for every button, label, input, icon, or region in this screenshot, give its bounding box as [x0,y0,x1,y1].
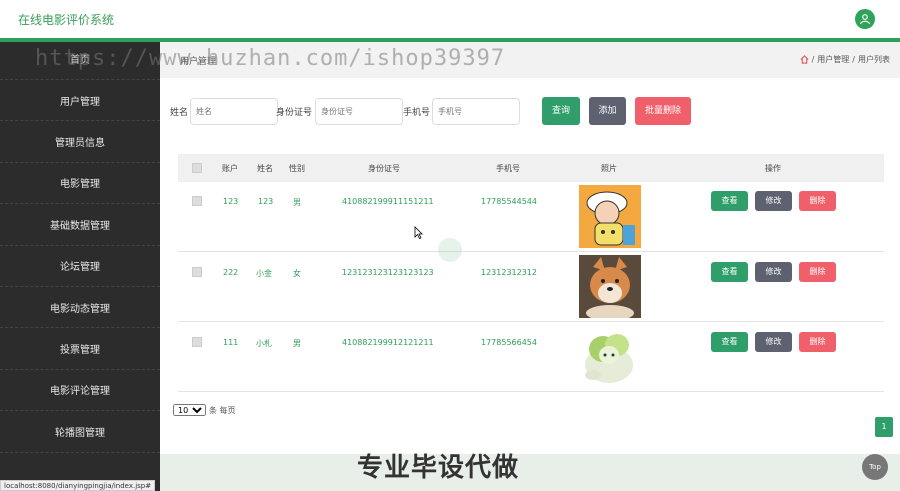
cell-gender: 男 [293,339,301,348]
sidebar-item-votes[interactable]: 投票管理 [0,328,160,370]
sidebar: 首页 用户管理 管理员信息 电影管理 基础数据管理 论坛管理 电影动态管理 投票… [0,42,160,491]
view-button[interactable]: 查看 [711,262,748,282]
id-number-label: 身份证号 [276,108,313,118]
home-icon[interactable] [800,55,809,64]
phone-input[interactable] [432,98,520,125]
back-to-top-button[interactable]: Top [862,454,888,480]
cell-name: 123 [258,197,274,206]
sidebar-item-movie-comments[interactable]: 电影评论管理 [0,370,160,412]
id-number-input[interactable] [315,98,403,125]
page-size-suffix: 条 每页 [209,405,236,415]
row-checkbox[interactable] [192,337,202,347]
edit-button[interactable]: 修改 [755,262,792,282]
row-checkbox[interactable] [192,267,202,277]
cell-account: 111 [223,338,239,347]
column-header-photo: 照片 [601,164,617,173]
column-header-actions: 操作 [765,164,781,173]
sidebar-item-carousel[interactable]: 轮播图管理 [0,411,160,453]
cell-gender: 男 [293,198,301,207]
user-table: 账户 姓名 性别 身份证号 手机号 照片 操作 123 123 男 410882… [178,154,884,392]
page-number-button[interactable]: 1 [875,417,893,437]
cartoon-boy-photo [579,185,641,248]
breadcrumb-separator: / [811,55,815,64]
cell-phone: 17785544544 [481,197,537,206]
breadcrumb-item-users[interactable]: 用户管理 [817,54,849,65]
name-input[interactable] [190,98,278,125]
sidebar-item-admin-info[interactable]: 管理员信息 [0,121,160,163]
name-label: 姓名 [170,108,189,118]
search-bar: 姓名 身份证号 手机号 查询 添加 批量删除 [160,96,900,126]
view-button[interactable]: 查看 [711,191,748,211]
table-row: 222 小金 女 123123123123123123 12312312312 … [178,252,884,322]
delete-button[interactable]: 删除 [799,332,836,352]
page-size-select[interactable]: 10 [173,404,206,416]
breadcrumb-separator: / [852,55,855,64]
cell-phone: 12312312312 [481,268,537,277]
sidebar-item-label: 电影评论管理 [50,386,110,398]
page-size-control: 10 条 每页 [173,404,236,416]
add-button[interactable]: 添加 [589,97,626,125]
cabbage-dog-photo [579,325,641,388]
column-header-phone: 手机号 [496,164,520,173]
sidebar-item-movies[interactable]: 电影管理 [0,163,160,205]
sidebar-item-label: 轮播图管理 [55,427,105,439]
top-header: 在线电影评价系统 [0,0,900,38]
main-content: 用户管理 / 用户管理 / 用户列表 姓名 身份证号 手机号 查询 添加 批量删… [160,42,900,491]
column-header-id-number: 身份证号 [368,164,400,173]
breadcrumb: / 用户管理 / 用户列表 [800,54,890,65]
sidebar-item-label: 用户管理 [60,96,100,108]
view-button[interactable]: 查看 [711,332,748,352]
sidebar-item-users[interactable]: 用户管理 [0,80,160,122]
sidebar-item-label: 基础数据管理 [50,220,110,232]
sidebar-item-label: 投票管理 [60,345,100,357]
sidebar-item-label: 电影管理 [60,179,100,191]
cell-id-number: 410882199911151211 [342,197,434,206]
cell-account: 222 [223,268,239,277]
cell-id-number: 410882199912121211 [342,338,434,347]
batch-delete-button[interactable]: 批量删除 [635,97,691,125]
breadcrumb-item-user-list: 用户列表 [858,55,890,64]
table-row: 123 123 男 410882199911151211 17785544544… [178,182,884,252]
status-bar-url: localhost:8080/dianyingpingjia/index.jsp… [0,480,156,491]
delete-button[interactable]: 删除 [799,191,836,211]
sidebar-item-movie-news[interactable]: 电影动态管理 [0,287,160,329]
row-checkbox[interactable] [192,196,202,206]
app-title: 在线电影评价系统 [18,13,115,27]
column-header-account: 账户 [222,164,238,173]
edit-button[interactable]: 修改 [755,191,792,211]
click-ripple [438,238,462,262]
user-avatar-icon[interactable] [855,9,875,29]
cell-account: 123 [223,197,239,206]
column-header-name: 姓名 [257,164,273,173]
sidebar-item-forum[interactable]: 论坛管理 [0,246,160,287]
column-header-gender: 性别 [289,164,305,173]
mouse-cursor-icon [414,226,423,239]
sidebar-item-label: 电影动态管理 [50,303,110,315]
sidebar-item-label: 管理员信息 [55,138,105,150]
delete-button[interactable]: 删除 [799,262,836,282]
select-all-checkbox[interactable] [192,163,202,173]
phone-label: 手机号 [403,108,431,118]
cell-name: 小金 [256,269,272,278]
sidebar-item-basic-data[interactable]: 基础数据管理 [0,204,160,246]
slogan-overlay: 专业毕设代做 [357,453,520,483]
table-header: 账户 姓名 性别 身份证号 手机号 照片 操作 [178,154,884,182]
cell-gender: 女 [293,269,301,278]
cell-name: 小札 [256,339,272,348]
query-button[interactable]: 查询 [542,97,580,125]
cell-id-number: 123123123123123123 [342,268,434,277]
sidebar-item-label: 论坛管理 [60,262,100,274]
edit-button[interactable]: 修改 [755,332,792,352]
watermark-text: https://www.huzhan.com/ishop39397 [35,46,506,71]
table-row: 111 小札 男 410882199912121211 17785566454 … [178,322,884,392]
footer-band [160,454,900,491]
cell-phone: 17785566454 [481,338,537,347]
shiba-dog-photo [579,255,641,318]
